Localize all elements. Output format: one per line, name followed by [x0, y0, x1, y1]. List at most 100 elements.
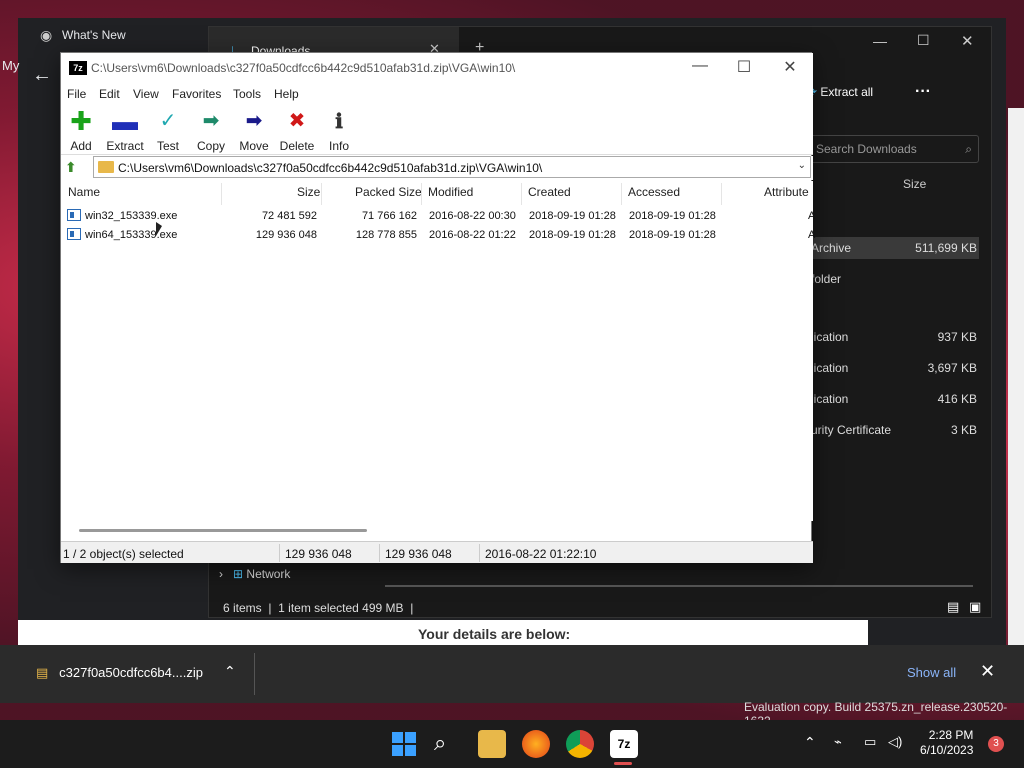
- close-icon[interactable]: ✕: [961, 32, 974, 50]
- close-icon[interactable]: ✕: [980, 661, 995, 682]
- delete-button[interactable]: ✖ Delete: [275, 109, 319, 153]
- titlebar[interactable]: 7z C:\Users\vm6\Downloads\c327f0a50cdfcc…: [61, 53, 813, 83]
- status-selected: 1 / 2 object(s) selected: [63, 547, 184, 561]
- info-button[interactable]: ℹ Info: [317, 109, 361, 153]
- sidebar-item-network[interactable]: › ⊞ Network: [219, 567, 290, 581]
- move-arrow-icon: ➡: [245, 110, 263, 132]
- minimize-icon[interactable]: —: [873, 33, 887, 49]
- copy-arrow-icon: ➡: [202, 110, 220, 132]
- folder-icon: [98, 161, 114, 173]
- test-button[interactable]: ✓ Test: [146, 109, 190, 153]
- chrome-tab-title[interactable]: What's New: [62, 28, 126, 42]
- search-icon[interactable]: ⌕: [434, 730, 462, 758]
- menu-view[interactable]: View: [133, 87, 159, 101]
- page-content-strip: Your details are below:: [18, 620, 868, 646]
- search-icon: ⌕: [965, 142, 972, 156]
- maximize-icon[interactable]: ☐: [917, 32, 930, 49]
- file-list: Name Size Packed Size Modified Created A…: [61, 181, 815, 521]
- search-input[interactable]: Search Downloads ⌕: [809, 135, 979, 163]
- taskbar: ⌕ 7z ⌃ ⌁ ▭ ◁) 3: [0, 720, 1024, 768]
- column-header-name[interactable]: Name: [68, 185, 100, 199]
- more-options-button[interactable]: ···: [915, 83, 931, 101]
- list-item[interactable]: Archive 511,699 KB: [809, 237, 979, 259]
- window-title: C:\Users\vm6\Downloads\c327f0a50cdfcc6b4…: [91, 61, 516, 75]
- maximize-icon[interactable]: ☐: [729, 57, 759, 77]
- app-logo: 7z: [69, 61, 87, 75]
- delete-x-icon: ✖: [288, 110, 306, 132]
- extract-button[interactable]: ▬ Extract: [103, 106, 147, 153]
- chevron-right-icon: ›: [219, 567, 223, 581]
- chevron-up-icon[interactable]: ⌃: [804, 734, 816, 751]
- status-size: 129 936 048: [285, 547, 352, 561]
- column-header-accessed[interactable]: Accessed: [628, 185, 680, 199]
- add-button[interactable]: ✚ Add: [59, 108, 103, 153]
- column-header-packed-size[interactable]: Packed Size: [355, 185, 422, 199]
- copy-button[interactable]: ➡ Copy: [189, 109, 233, 153]
- column-header-modified[interactable]: Modified: [428, 185, 473, 199]
- status-packed: 129 936 048: [385, 547, 452, 561]
- menubar: File Edit View Favorites Tools Help: [61, 83, 813, 105]
- show-all-button[interactable]: Show all: [907, 665, 956, 680]
- horizontal-scrollbar[interactable]: [385, 585, 973, 587]
- toolbar: ✚ Add ▬ Extract ✓ Test ➡ Copy ➡ Move ✖ D…: [61, 105, 813, 155]
- active-indicator: [614, 762, 632, 765]
- menu-tools[interactable]: Tools: [233, 87, 261, 101]
- minimize-icon[interactable]: —: [685, 57, 715, 75]
- menu-edit[interactable]: Edit: [99, 87, 120, 101]
- move-button[interactable]: ➡ Move: [232, 109, 276, 153]
- sevenzip-window: 7z C:\Users\vm6\Downloads\c327f0a50cdfcc…: [60, 52, 815, 563]
- tiles-view-icon[interactable]: ▣: [969, 599, 981, 615]
- close-icon[interactable]: ✕: [775, 57, 805, 77]
- address-bar: ⬆ C:\Users\vm6\Downloads\c327f0a50cdfcc6…: [61, 156, 813, 180]
- menu-favorites[interactable]: Favorites: [172, 87, 221, 101]
- back-arrow-icon[interactable]: ←: [32, 64, 52, 87]
- display-icon[interactable]: ▭: [864, 734, 876, 750]
- menu-file[interactable]: File: [67, 87, 86, 101]
- chrome-icon: ◉: [40, 27, 53, 43]
- folder-up-icon[interactable]: ⬆: [65, 159, 83, 177]
- downloads-bar: ▤ c327f0a50cdfcc6b4....zip ⌃ Show all ✕: [0, 645, 1024, 703]
- table-row[interactable]: win64_153339.exe 129 936 048 128 778 855…: [61, 226, 815, 245]
- chevron-up-icon[interactable]: ⌃: [224, 663, 236, 680]
- status-modified: 2016-08-22 01:22:10: [485, 547, 597, 561]
- column-header-size[interactable]: Size: [297, 185, 320, 199]
- start-windows-icon[interactable]: [390, 730, 418, 758]
- column-header-attribute[interactable]: Attribute: [764, 185, 809, 199]
- list-item[interactable]: urity Certificate 3 KB: [809, 419, 979, 441]
- list-item[interactable]: lication 3,697 KB: [809, 357, 979, 379]
- list-item[interactable]: folder: [809, 268, 979, 290]
- chrome-scrollbar[interactable]: [1008, 108, 1024, 664]
- zip-file-icon: ▤: [36, 665, 49, 680]
- list-item[interactable]: lication 937 KB: [809, 326, 979, 348]
- network-offline-icon[interactable]: ⌁: [834, 734, 842, 750]
- page-heading: Your details are below:: [418, 626, 571, 642]
- sidebar-text: My: [2, 58, 20, 73]
- exe-file-icon: [67, 209, 81, 221]
- notification-badge[interactable]: 3: [988, 736, 1004, 752]
- path-input[interactable]: C:\Users\vm6\Downloads\c327f0a50cdfcc6b4…: [93, 156, 811, 178]
- file-explorer-icon[interactable]: [478, 730, 506, 758]
- firefox-icon[interactable]: [522, 730, 550, 758]
- minus-icon: ▬: [112, 106, 138, 136]
- size-column-header[interactable]: Size: [903, 177, 926, 191]
- horizontal-scrollbar[interactable]: [79, 529, 367, 532]
- statusbar: 1 / 2 object(s) selected 129 936 048 129…: [61, 541, 813, 563]
- column-header-created[interactable]: Created: [528, 185, 571, 199]
- info-icon: ℹ: [335, 109, 343, 133]
- extract-all-button[interactable]: ⟳ Extract all: [807, 85, 873, 99]
- check-icon: ✓: [159, 110, 177, 132]
- network-icon: ⊞: [233, 567, 244, 581]
- explorer-statusbar: 6 items | 1 item selected 499 MB |: [223, 601, 414, 615]
- menu-help[interactable]: Help: [274, 87, 299, 101]
- sevenzip-icon[interactable]: 7z: [610, 730, 638, 758]
- system-clock[interactable]: 2:28 PM 6/10/2023: [920, 728, 973, 758]
- chrome-icon[interactable]: [566, 730, 594, 758]
- download-item[interactable]: ▤ c327f0a50cdfcc6b4....zip: [36, 665, 203, 681]
- volume-icon[interactable]: ◁): [888, 734, 902, 750]
- mouse-cursor: [156, 222, 162, 236]
- table-row[interactable]: win32_153339.exe 72 481 592 71 766 162 2…: [61, 207, 815, 226]
- list-item[interactable]: lication 416 KB: [809, 388, 979, 410]
- exe-file-icon: [67, 228, 81, 240]
- chevron-down-icon[interactable]: ⌄: [798, 160, 806, 171]
- details-view-icon[interactable]: ▤: [947, 599, 959, 615]
